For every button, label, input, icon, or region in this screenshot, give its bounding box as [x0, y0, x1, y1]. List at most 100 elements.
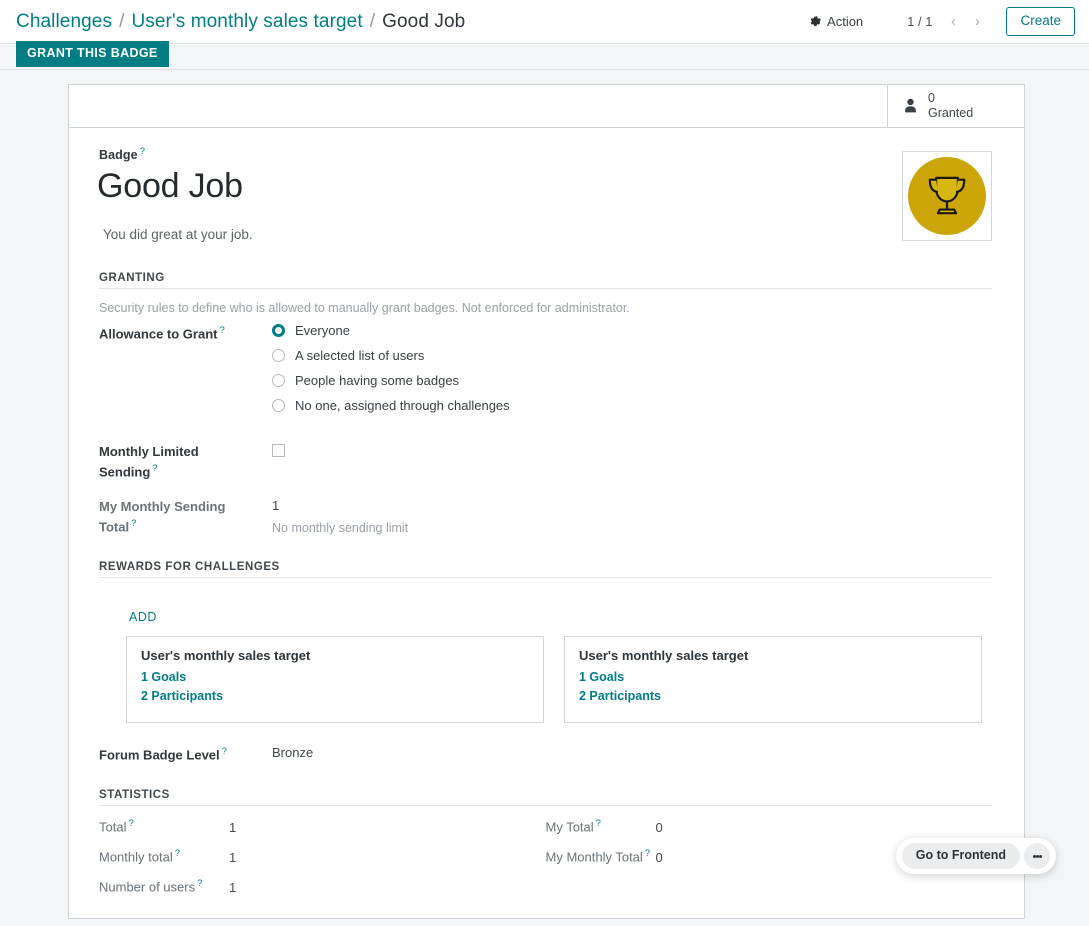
- stat-value: 0: [655, 849, 663, 865]
- radio-indicator[interactable]: [272, 324, 285, 338]
- breadcrumb-separator: /: [119, 10, 125, 32]
- page-title[interactable]: Good Job: [97, 167, 253, 205]
- grant-this-badge-button[interactable]: GRANT THIS BADGE: [16, 41, 169, 67]
- radio-option-selected-users[interactable]: A selected list of users: [272, 348, 510, 363]
- stat-value: 0: [655, 819, 663, 835]
- breadcrumb: Challenges / User's monthly sales target…: [16, 11, 465, 33]
- radio-option-no-one[interactable]: No one, assigned through challenges: [272, 398, 510, 413]
- go-to-frontend-pill: Go to Frontend: [895, 838, 1056, 874]
- forum-badge-level-label: Forum Badge Level?: [99, 742, 272, 765]
- help-tooltip-icon[interactable]: ?: [222, 746, 227, 757]
- pager-count: 1 / 1: [907, 14, 933, 29]
- stat-label: Total?: [99, 818, 229, 834]
- my-monthly-sending-total-label: My Monthly Sending Total?: [99, 495, 272, 537]
- radio-indicator[interactable]: [272, 349, 285, 363]
- radio-option-label: No one, assigned through challenges: [295, 398, 510, 414]
- radio-indicator[interactable]: [272, 399, 285, 413]
- add-reward-button[interactable]: ADD: [129, 610, 157, 624]
- badge-image[interactable]: [902, 151, 992, 241]
- forum-badge-level-label-text: Forum Badge Level: [99, 747, 220, 763]
- go-to-frontend-button[interactable]: Go to Frontend: [901, 843, 1020, 869]
- monthly-limited-sending-checkbox[interactable]: [272, 444, 285, 458]
- stat-button-granted[interactable]: 0 Granted: [887, 85, 1024, 127]
- radio-option-label: Everyone: [295, 323, 350, 339]
- radio-option-people-having-badges[interactable]: People having some badges: [272, 373, 510, 388]
- control-panel: Challenges / User's monthly sales target…: [0, 0, 1089, 44]
- help-tooltip-icon[interactable]: ?: [197, 878, 202, 889]
- title-block: Badge? Good Job You did great at your jo…: [97, 146, 992, 248]
- vertical-dots-icon[interactable]: [1024, 843, 1050, 869]
- stat-label: My Total?: [546, 818, 656, 834]
- radio-option-label: People having some badges: [295, 373, 460, 389]
- page-scroll-area[interactable]: 0 Granted Badge? Good Job You did great …: [0, 70, 1089, 925]
- breadcrumb-item-current: Good Job: [382, 10, 466, 32]
- reward-card-participants-link[interactable]: 2 Participants: [141, 689, 529, 703]
- group-rewards-title: REWARDS FOR CHALLENGES: [99, 561, 280, 574]
- monthly-limited-sending-label: Monthly Limited Sending?: [99, 440, 272, 482]
- radio-option-label: A selected list of users: [295, 348, 425, 364]
- group-statistics: STATISTICS Total? 1 Monthly total? 1 Num…: [99, 789, 992, 908]
- pager-next-icon[interactable]: ›: [966, 10, 988, 34]
- help-tooltip-icon[interactable]: ?: [645, 848, 650, 859]
- no-monthly-sending-limit-text: No monthly sending limit: [272, 521, 409, 536]
- reward-card-title: User's monthly sales target: [579, 648, 749, 664]
- badge-field-label: Badge?: [99, 146, 253, 162]
- reward-card-participants-link[interactable]: 2 Participants: [579, 689, 967, 703]
- pager: 1 / 1 ‹ ›: [899, 10, 988, 34]
- allowance-radio-group: Everyone A selected list of users People…: [272, 321, 510, 413]
- radio-indicator[interactable]: [272, 374, 285, 388]
- action-menu-button[interactable]: Action: [799, 9, 873, 34]
- badge-field-label-text: Badge: [99, 148, 138, 163]
- reward-card[interactable]: User's monthly sales target 1 Goals 2 Pa…: [126, 636, 544, 724]
- reward-card-goals-link[interactable]: 1 Goals: [141, 670, 529, 684]
- status-bar: GRANT THIS BADGE: [0, 41, 1089, 70]
- reward-cards-row: User's monthly sales target 1 Goals 2 Pa…: [99, 636, 992, 724]
- help-tooltip-icon[interactable]: ?: [152, 463, 157, 474]
- monthly-limited-sending-label-line2: Sending: [99, 464, 151, 480]
- help-tooltip-icon[interactable]: ?: [175, 848, 180, 859]
- help-tooltip-icon[interactable]: ?: [140, 146, 145, 157]
- create-button[interactable]: Create: [1006, 7, 1075, 36]
- forum-badge-level-value[interactable]: Bronze: [272, 742, 313, 760]
- field-my-monthly-sending-total: My Monthly Sending Total? 1 No monthly s…: [99, 495, 992, 537]
- help-tooltip-icon[interactable]: ?: [219, 325, 224, 336]
- stat-label: My Monthly Total?: [546, 848, 656, 864]
- stat-value: 1: [229, 849, 237, 865]
- trophy-icon: [908, 157, 986, 235]
- dot: [1038, 854, 1042, 858]
- stat-button-label: Granted: [928, 106, 974, 120]
- group-granting-divider: [99, 288, 992, 290]
- pager-previous-icon[interactable]: ‹: [942, 10, 964, 34]
- stat-label: Monthly total?: [99, 848, 229, 864]
- group-rewards: REWARDS FOR CHALLENGES ADD User's monthl…: [99, 561, 992, 765]
- breadcrumb-item-challenges[interactable]: Challenges: [16, 11, 112, 33]
- breadcrumb-item-parent[interactable]: User's monthly sales target: [131, 11, 362, 33]
- gear-icon: [809, 15, 822, 28]
- control-panel-right: Action 1 / 1 ‹ › Create: [799, 7, 1075, 36]
- my-monthly-sending-total-value-wrap: 1 No monthly sending limit: [272, 495, 408, 535]
- group-rewards-divider: [99, 577, 992, 579]
- my-monthly-sending-total-label-line1: My Monthly Sending: [99, 499, 226, 515]
- radio-option-everyone[interactable]: Everyone: [272, 323, 510, 338]
- stat-value: 1: [229, 879, 237, 895]
- help-tooltip-icon[interactable]: ?: [131, 518, 136, 529]
- help-tooltip-icon[interactable]: ?: [596, 818, 601, 829]
- stat-buttons-row: 0 Granted: [68, 84, 1025, 127]
- badge-description[interactable]: You did great at your job.: [99, 227, 253, 242]
- person-icon: [902, 97, 919, 115]
- breadcrumb-separator: /: [369, 10, 376, 32]
- field-monthly-limited-sending: Monthly Limited Sending?: [99, 440, 992, 482]
- allowance-to-grant-label-text: Allowance to Grant: [99, 326, 218, 342]
- help-tooltip-icon[interactable]: ?: [128, 818, 133, 829]
- reward-card[interactable]: User's monthly sales target 1 Goals 2 Pa…: [564, 636, 982, 724]
- reward-card-goals-link[interactable]: 1 Goals: [579, 670, 967, 684]
- sheet-wrapper: 0 Granted Badge? Good Job You did great …: [68, 84, 1025, 920]
- stat-label-text: Number of users: [99, 879, 196, 895]
- title-left: Badge? Good Job You did great at your jo…: [97, 146, 253, 242]
- stat-button-count: 0: [928, 91, 935, 106]
- my-monthly-sending-total-value: 1: [272, 498, 280, 514]
- stat-row-number-of-users: Number of users? 1: [99, 878, 546, 908]
- stat-row-monthly-total: Monthly total? 1: [99, 848, 546, 878]
- statistics-columns: Total? 1 Monthly total? 1 Number of user…: [99, 818, 992, 908]
- granting-helper-text: Security rules to define who is allowed …: [99, 301, 630, 316]
